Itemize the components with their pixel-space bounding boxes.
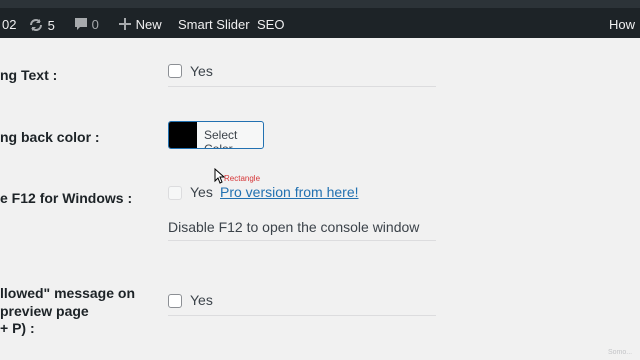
row-label-not-allowed-3: + P) : [0,320,35,336]
comments-count: 0 [91,17,99,32]
new-content-menu[interactable]: New [118,17,162,33]
select-color-button[interactable]: Select Color [168,121,264,149]
divider [168,86,436,87]
f12-checkbox[interactable] [168,186,182,200]
plus-icon [119,18,131,30]
updates-count: 5 [47,18,55,33]
comments-menu[interactable]: 0 [74,17,99,33]
refresh-icon [30,19,42,31]
row-label-not-allowed-1: llowed" message on [0,285,136,301]
color-swatch [169,122,197,148]
select-color-label: Select Color [204,128,238,149]
row-label-back-color: ng back color : [0,129,100,145]
site-name-fragment[interactable]: 02 [2,17,16,33]
updates-menu[interactable]: 5 [28,17,55,34]
text-checkbox[interactable] [168,64,182,78]
smart-slider-menu[interactable]: Smart Slider [178,17,250,33]
new-label: New [135,17,162,32]
row-label-text: ng Text : [0,67,58,83]
comment-icon [75,18,87,30]
pro-version-link[interactable]: Pro version from here! [220,184,359,200]
message-checkbox[interactable] [168,294,182,308]
browser-strip [0,0,640,8]
row-label-not-allowed-2: preview page [0,303,89,319]
f12-description: Disable F12 to open the console window [168,219,420,235]
tooltip-text: Rectangle [224,174,261,183]
admin-bar: 02 5 0 New Smart Slider SEO How [0,0,640,38]
seo-menu[interactable]: SEO [257,17,284,33]
message-checkbox-label: Yes [190,292,213,308]
row-label-f12: e F12 for Windows : [0,190,133,206]
divider [168,240,436,241]
f12-checkbox-label: Yes [190,184,213,200]
text-checkbox-label: Yes [190,63,213,79]
howdy-menu[interactable]: How [609,17,635,33]
divider [168,315,436,316]
watermark: Somo... [608,349,633,356]
